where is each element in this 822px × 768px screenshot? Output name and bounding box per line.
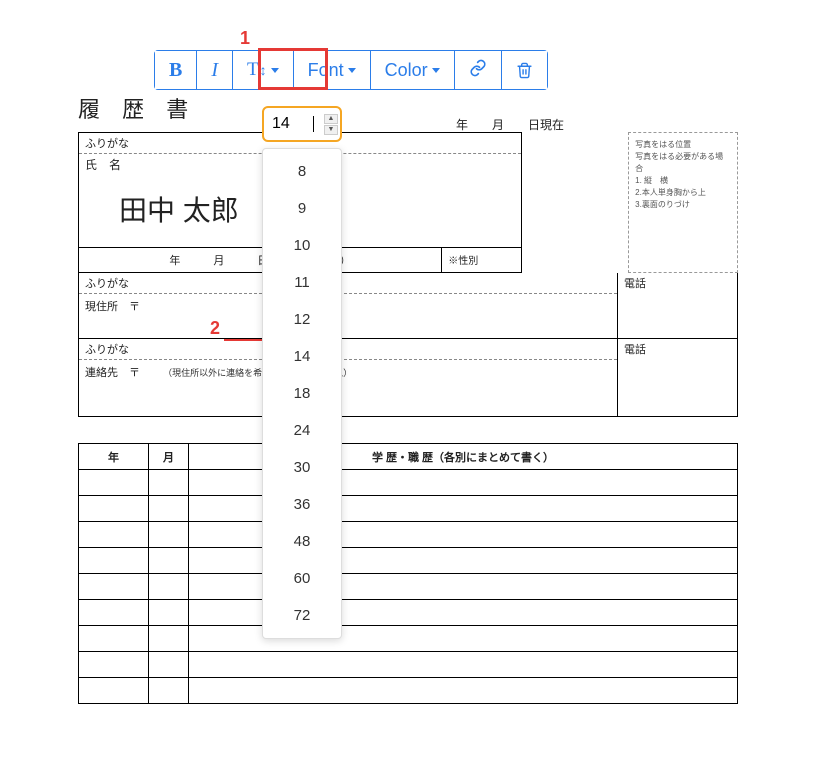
size-option-10[interactable]: 10 <box>263 227 341 264</box>
photo-note-line: 写真をはる位置 <box>635 139 731 151</box>
size-option-48[interactable]: 48 <box>263 523 341 560</box>
document-title: 履 歴 書 <box>78 92 738 124</box>
photo-note-line: 3.裏面のりづけ <box>635 199 731 211</box>
link-icon <box>469 59 487 82</box>
italic-button[interactable]: I <box>197 51 233 89</box>
size-option-14[interactable]: 14 <box>263 338 341 375</box>
bold-label: B <box>169 59 182 82</box>
size-option-60[interactable]: 60 <box>263 560 341 597</box>
annotation-number-2: 2 <box>210 318 220 339</box>
date-header: 年 月 日現在 <box>456 116 564 133</box>
font-size-input[interactable] <box>272 115 312 133</box>
tel-label: 電話 <box>618 273 737 294</box>
size-option-72[interactable]: 72 <box>263 597 341 634</box>
photo-note-line: 写真をはる必要がある場合 <box>635 151 731 175</box>
col-year: 年 <box>79 444 149 470</box>
text-format-toolbar: B I T↕ Font Color <box>154 50 548 90</box>
updown-arrows-icon: ↕ <box>260 62 267 78</box>
size-option-11[interactable]: 11 <box>263 264 341 301</box>
link-button[interactable] <box>455 51 502 89</box>
photo-note-line: 2.本人単身胸から上 <box>635 187 731 199</box>
address-section: ふりがな 現住所 〒 電話 <box>78 273 738 339</box>
address-label: 現住所 〒 <box>79 294 617 338</box>
table-row[interactable] <box>79 496 738 522</box>
trash-icon <box>516 62 533 79</box>
size-option-18[interactable]: 18 <box>263 375 341 412</box>
spinner: ▲ ▼ <box>324 114 338 135</box>
photo-note-line: 1. 縦 横 <box>635 175 731 187</box>
table-row[interactable] <box>79 652 738 678</box>
spinner-down-button[interactable]: ▼ <box>324 125 338 135</box>
furigana-label: ふりがな <box>79 339 617 360</box>
furigana-label: ふりがな <box>79 273 617 294</box>
caret-down-icon <box>271 68 279 73</box>
font-family-button[interactable]: Font <box>294 51 371 89</box>
text-icon: T <box>247 59 259 81</box>
delete-button[interactable] <box>502 51 547 89</box>
dob-text: 年 月 日生 （満 歳） <box>79 248 441 272</box>
size-option-24[interactable]: 24 <box>263 412 341 449</box>
color-label: Color <box>385 60 428 81</box>
annotation-number-1: 1 <box>240 28 250 49</box>
size-option-12[interactable]: 12 <box>263 301 341 338</box>
size-option-30[interactable]: 30 <box>263 449 341 486</box>
contact-section: ふりがな 連絡先 〒 （現住所以外に連絡を希望する場合のみ記入） 電話 <box>78 339 738 417</box>
tel-label: 電話 <box>618 339 737 360</box>
spinner-up-button[interactable]: ▲ <box>324 114 338 124</box>
caret-down-icon <box>432 68 440 73</box>
size-option-36[interactable]: 36 <box>263 486 341 523</box>
font-size-dropdown: 8 9 10 11 12 14 18 24 30 36 48 60 72 <box>262 148 342 639</box>
table-row[interactable] <box>79 678 738 704</box>
caret-down-icon <box>348 68 356 73</box>
contact-label: 連絡先 〒 （現住所以外に連絡を希望する場合のみ記入） <box>79 360 617 416</box>
gender-label: ※性別 <box>441 248 521 272</box>
font-size-input-wrap: ▲ ▼ <box>262 106 342 142</box>
italic-label: I <box>211 59 218 82</box>
col-month: 月 <box>149 444 189 470</box>
table-row[interactable] <box>79 522 738 548</box>
font-color-button[interactable]: Color <box>371 51 455 89</box>
contact-label-text: 連絡先 〒 <box>85 367 140 379</box>
history-table: 年 月 学 歴・職 歴（各別にまとめて書く） <box>78 443 738 704</box>
size-option-9[interactable]: 9 <box>263 190 341 227</box>
resume-document: 履 歴 書 年 月 日現在 ふりがな 氏 名 田中 太郎 年 月 日生 （満 歳… <box>78 92 738 704</box>
font-size-button[interactable]: T↕ <box>233 51 294 89</box>
table-row[interactable] <box>79 626 738 652</box>
bold-button[interactable]: B <box>155 51 197 89</box>
table-row[interactable] <box>79 600 738 626</box>
table-row[interactable] <box>79 574 738 600</box>
table-row[interactable] <box>79 548 738 574</box>
table-row[interactable] <box>79 470 738 496</box>
photo-instructions: 写真をはる位置 写真をはる必要がある場合 1. 縦 横 2.本人単身胸から上 3… <box>628 132 738 273</box>
font-label: Font <box>308 60 344 81</box>
size-option-8[interactable]: 8 <box>263 153 341 190</box>
text-cursor <box>313 116 314 132</box>
